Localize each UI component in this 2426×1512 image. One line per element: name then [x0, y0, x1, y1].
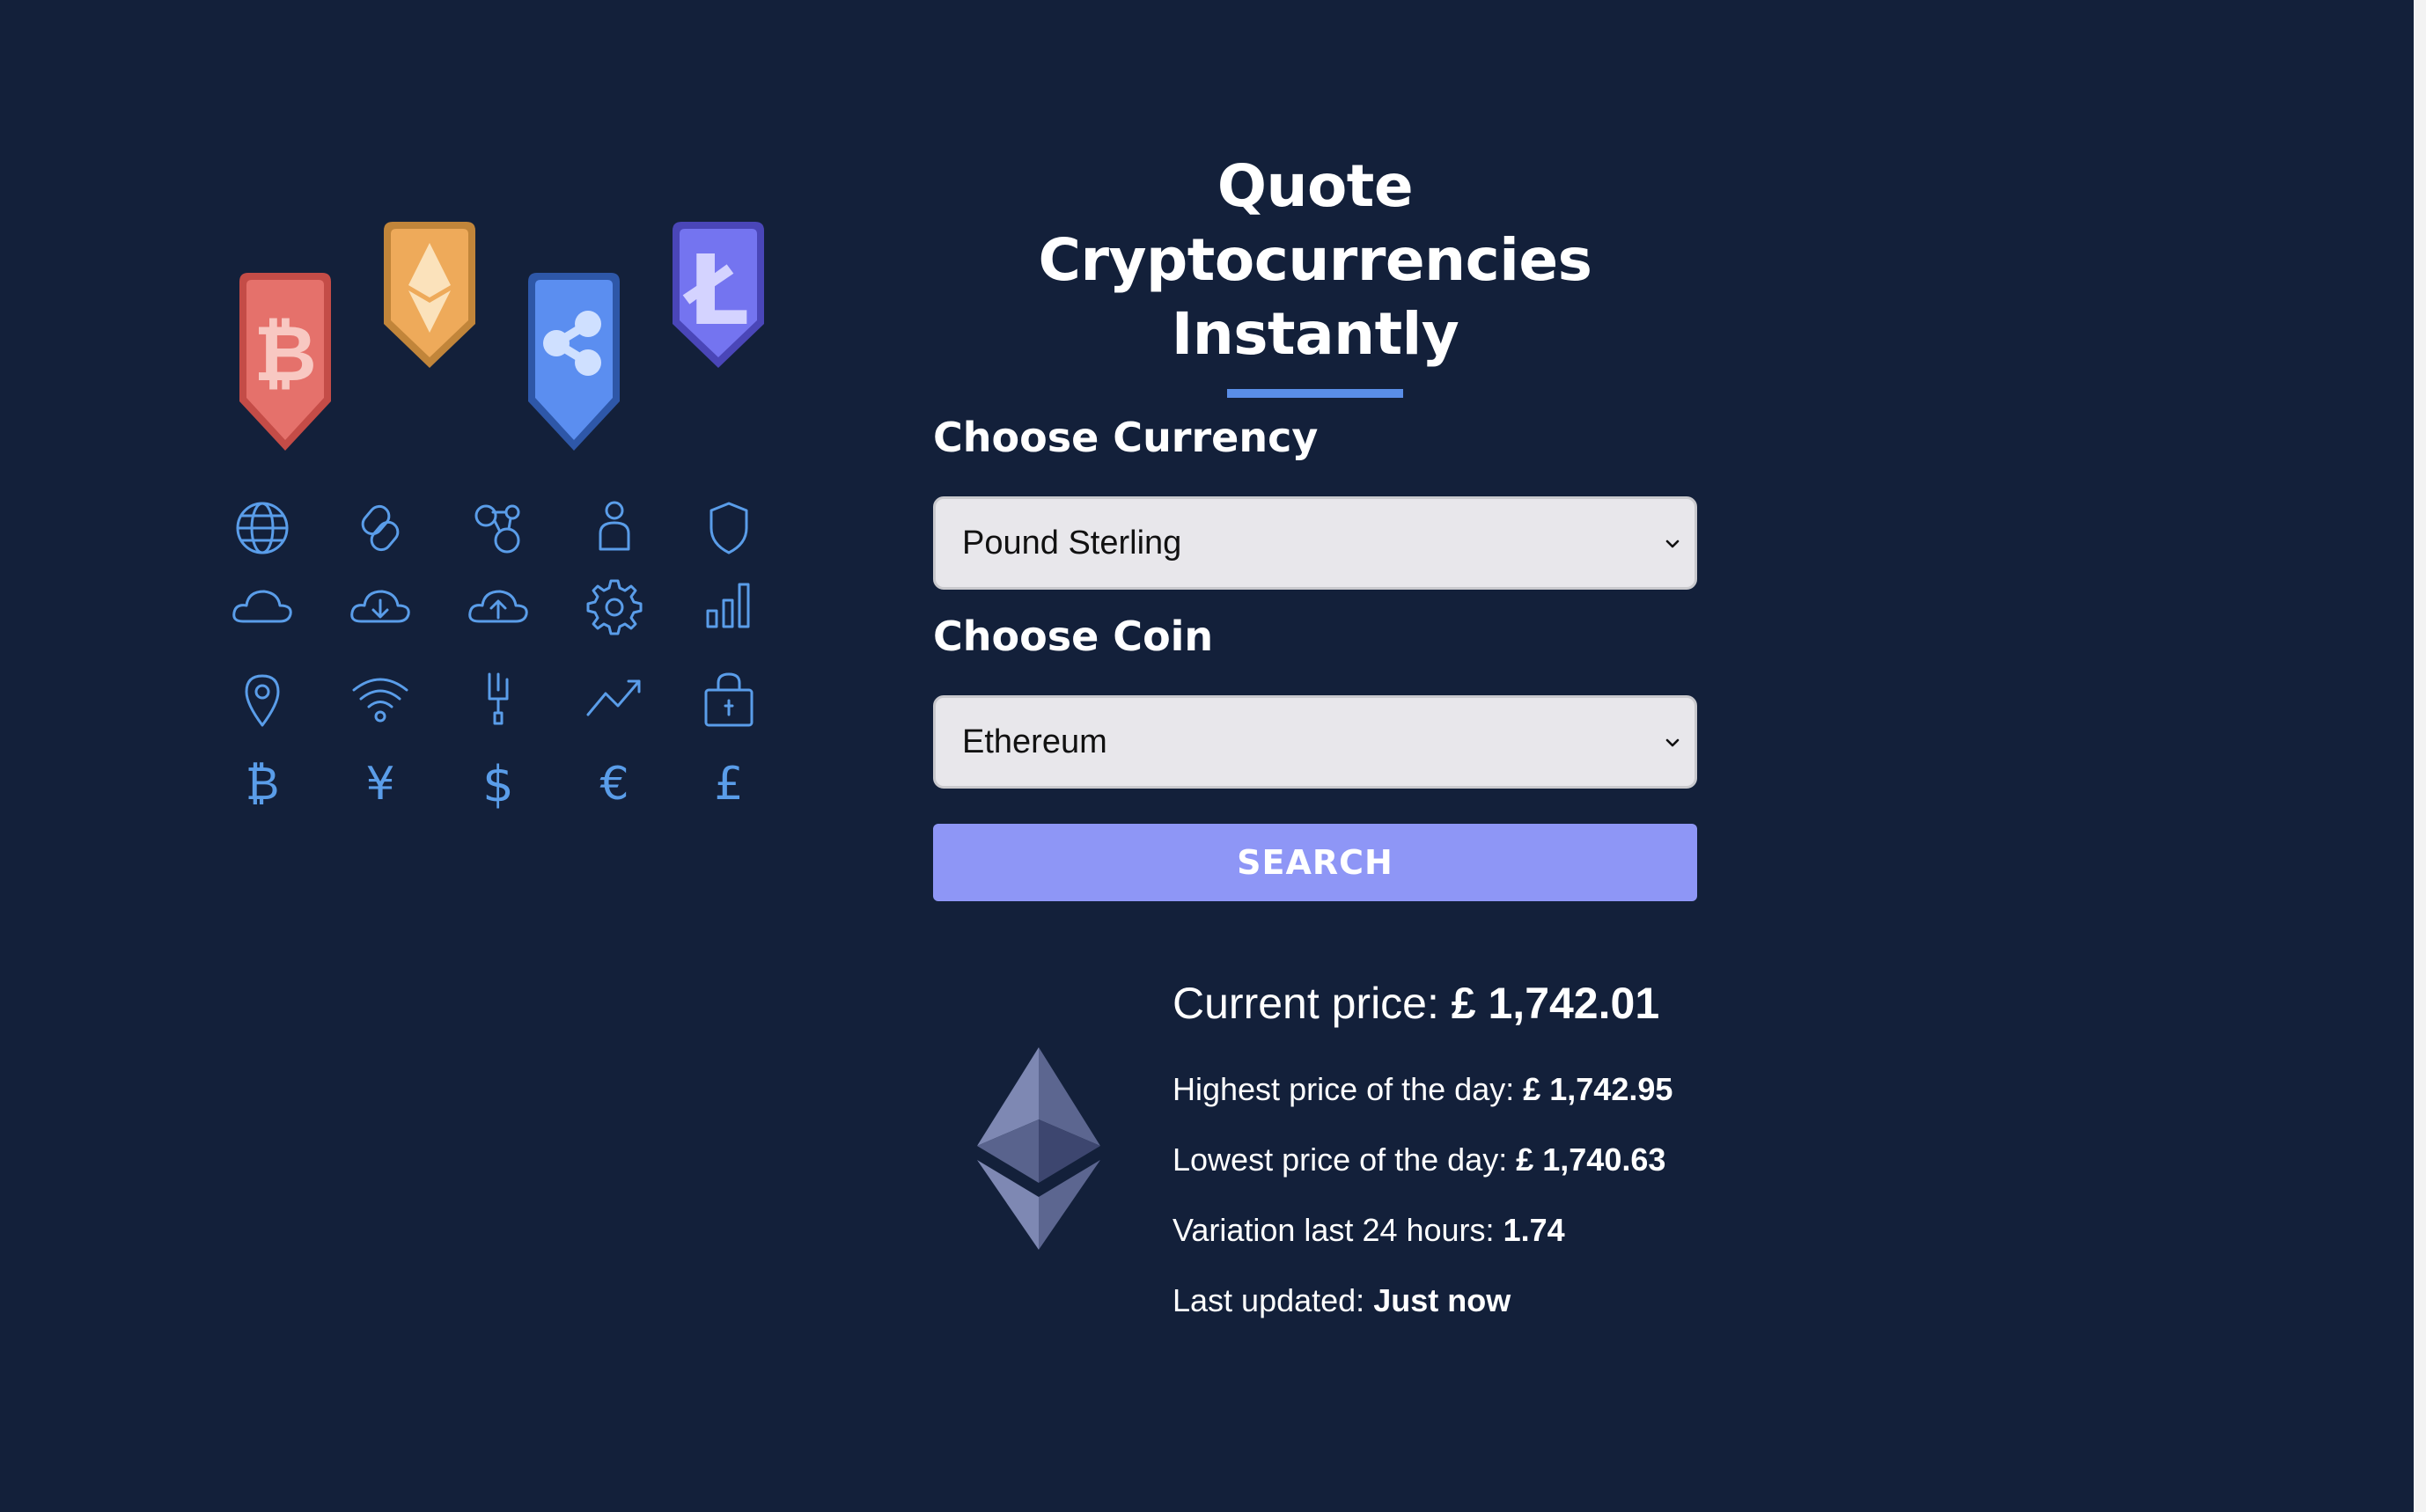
- currency-label: Choose Currency: [933, 414, 1319, 461]
- scrollbar[interactable]: [2414, 0, 2426, 1512]
- link-icon: [345, 493, 415, 563]
- chevron-down-icon: [1665, 738, 1680, 747]
- low-price: Lowest price of the day: £ 1,740.63: [1173, 1125, 1672, 1195]
- current-price-label: Current price:: [1173, 979, 1439, 1028]
- bar-chart-icon: [694, 572, 764, 642]
- gear-icon: [579, 572, 650, 642]
- svg-text:€: €: [599, 758, 629, 811]
- svg-text:Ł: Ł: [683, 234, 750, 347]
- high-price-label: Highest price of the day:: [1173, 1071, 1515, 1107]
- ripple-badge: [518, 269, 630, 472]
- coin-label: Choose Coin: [933, 613, 1214, 660]
- currency-select[interactable]: Pound Sterling: [933, 496, 1697, 590]
- svg-text:₿: ₿: [254, 308, 317, 399]
- variation-value: 1.74: [1503, 1212, 1565, 1248]
- current-price-value: £ 1,742.01: [1451, 979, 1660, 1028]
- ethereum-logo-icon: [977, 1047, 1100, 1250]
- search-button[interactable]: SEARCH: [933, 824, 1697, 901]
- wifi-icon: [345, 664, 415, 734]
- last-updated-label: Last updated:: [1173, 1282, 1365, 1318]
- yen-sign-icon: ¥: [345, 748, 415, 818]
- user-icon: [579, 493, 650, 563]
- current-price: Current price: £ 1,742.01: [1173, 968, 1672, 1039]
- low-price-label: Lowest price of the day:: [1173, 1141, 1508, 1178]
- bitcoin-sign-icon: ₿: [227, 748, 298, 818]
- high-price: Highest price of the day: £ 1,742.95: [1173, 1054, 1672, 1125]
- coin-select[interactable]: Ethereum: [933, 695, 1697, 789]
- currency-select-value: Pound Sterling: [962, 524, 1182, 561]
- svg-text:£: £: [714, 758, 743, 811]
- bitcoin-icon: ₿: [239, 273, 331, 451]
- title-underline: [1227, 389, 1403, 398]
- location-pin-icon: [227, 664, 298, 734]
- cloud-download-icon: [345, 572, 415, 642]
- last-updated-value: Just now: [1373, 1282, 1511, 1318]
- litecoin-icon: Ł: [673, 222, 764, 368]
- plug-icon: [463, 664, 533, 734]
- globe-icon: [227, 493, 298, 563]
- trend-up-icon: [579, 664, 650, 734]
- ethereum-icon: [384, 222, 475, 368]
- ripple-icon: [528, 273, 620, 451]
- dollar-sign-icon: $: [463, 748, 533, 818]
- last-updated: Last updated: Just now: [1173, 1266, 1672, 1336]
- coin-select-value: Ethereum: [962, 723, 1107, 760]
- cloud-upload-icon: [463, 572, 533, 642]
- page-title: Quote Cryptocurrencies Instantly: [1038, 152, 1592, 368]
- low-price-value: £ 1,740.63: [1516, 1141, 1666, 1178]
- high-price-value: £ 1,742.95: [1523, 1071, 1673, 1107]
- ethereum-badge: [373, 218, 486, 421]
- svg-text:$: $: [482, 756, 514, 813]
- litecoin-badge: Ł: [662, 218, 775, 421]
- price-info: Current price: £ 1,742.01 Highest price …: [1173, 968, 1672, 1336]
- lock-icon: [694, 664, 764, 734]
- variation-label: Variation last 24 hours:: [1173, 1212, 1495, 1248]
- cloud-icon: [227, 572, 298, 642]
- network-icon: [463, 493, 533, 563]
- variation: Variation last 24 hours: 1.74: [1173, 1195, 1672, 1266]
- svg-text:¥: ¥: [365, 758, 394, 811]
- pound-sign-icon: £: [694, 748, 764, 818]
- chevron-down-icon: [1665, 539, 1680, 548]
- quote-form: Quote Cryptocurrencies Instantly Choose C…: [933, 150, 1697, 901]
- shield-icon: [694, 493, 764, 563]
- crypto-illustration: ₿ Ł ₿ ¥ $ € £: [220, 211, 783, 845]
- quote-result: Current price: £ 1,742.01 Highest price …: [977, 968, 1769, 1338]
- euro-sign-icon: €: [579, 748, 650, 818]
- svg-text:₿: ₿: [246, 758, 280, 811]
- bitcoin-badge: ₿: [229, 269, 342, 472]
